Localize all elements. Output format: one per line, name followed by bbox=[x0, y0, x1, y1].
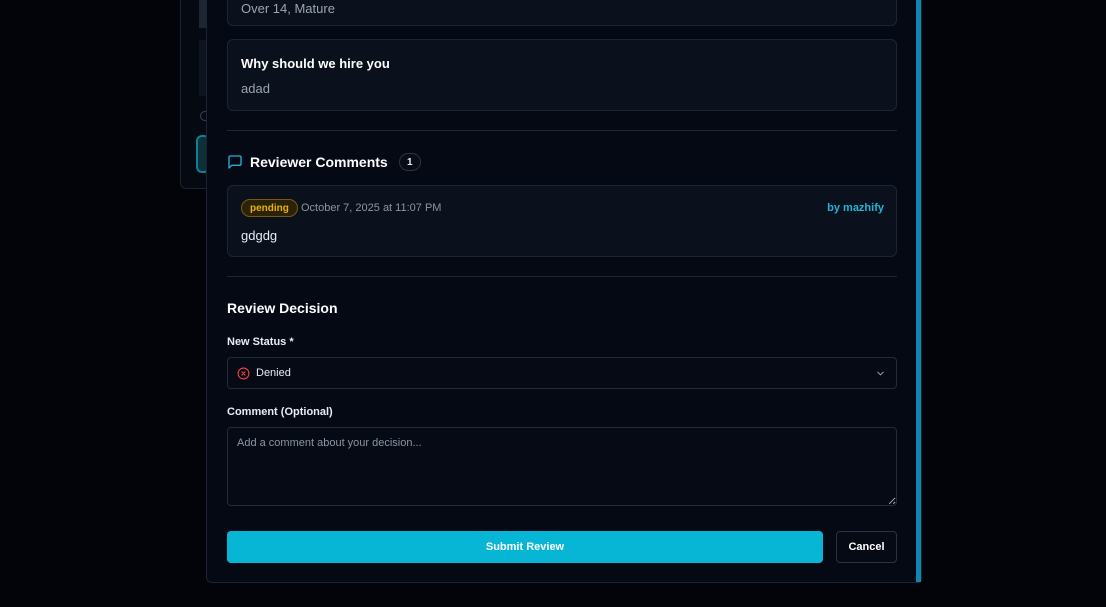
status-select-value: Denied bbox=[256, 367, 291, 379]
new-status-label: New Status * bbox=[227, 336, 294, 348]
section-divider bbox=[227, 276, 897, 277]
answer-value: Over 14, Mature bbox=[241, 1, 335, 16]
cancel-button[interactable]: Cancel bbox=[836, 531, 897, 563]
modal-scrollbar[interactable] bbox=[916, 0, 921, 582]
answer-question: Why should we hire you bbox=[241, 56, 390, 71]
comment-author: by mazhify bbox=[827, 202, 884, 214]
submit-review-button[interactable]: Submit Review bbox=[227, 531, 823, 563]
status-badge: pending bbox=[241, 199, 298, 217]
section-divider bbox=[227, 130, 897, 131]
message-square-icon bbox=[228, 155, 242, 169]
comment-timestamp: October 7, 2025 at 11:07 PM bbox=[301, 202, 442, 214]
answer-panel: Over 14, Mature bbox=[227, 0, 897, 26]
comment-label: Comment (Optional) bbox=[227, 406, 333, 418]
chevron-down-icon bbox=[877, 371, 884, 376]
reviewer-comments-header: Reviewer Comments 1 bbox=[227, 152, 421, 172]
comment-text: gdgdg bbox=[241, 228, 278, 243]
x-circle-icon bbox=[237, 367, 250, 379]
reviewer-comments-title: Reviewer Comments bbox=[250, 154, 388, 170]
review-decision-title: Review Decision bbox=[227, 300, 338, 316]
answer-value: adad bbox=[241, 81, 270, 96]
review-modal: Over 14, Mature Why should we hire you a… bbox=[206, 0, 922, 583]
comment-textarea[interactable] bbox=[227, 427, 897, 506]
answer-panel-why-hire: Why should we hire you adad bbox=[227, 39, 897, 111]
comment-card: pending October 7, 2025 at 11:07 PM by m… bbox=[227, 185, 897, 257]
comment-count-badge: 1 bbox=[398, 153, 421, 171]
status-select[interactable]: Denied bbox=[227, 357, 897, 389]
